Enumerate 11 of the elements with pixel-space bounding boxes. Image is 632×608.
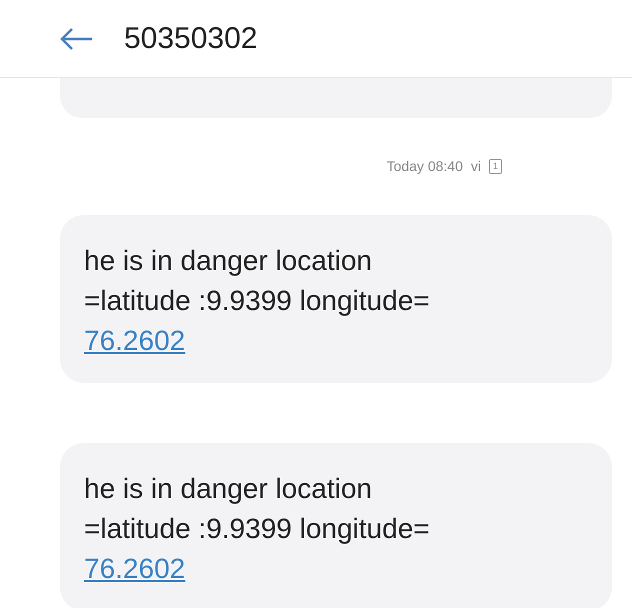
coordinate-link[interactable]: 76.2602 — [84, 325, 186, 356]
sim-label: vi — [470, 158, 481, 174]
message-text: =latitude :9.9399 longitude= — [84, 284, 431, 318]
contact-number: 50350302 — [124, 22, 258, 56]
message-text: he is in danger location — [84, 472, 373, 506]
back-arrow-icon[interactable] — [58, 26, 94, 50]
message-text: he is in danger location — [84, 244, 373, 278]
sim-icon: 1 — [489, 158, 502, 174]
coordinate-link[interactable]: 76.2602 — [84, 553, 186, 584]
message-text: =latitude :9.9399 longitude= — [84, 512, 431, 546]
message-time: Today 08:40 — [386, 158, 463, 174]
